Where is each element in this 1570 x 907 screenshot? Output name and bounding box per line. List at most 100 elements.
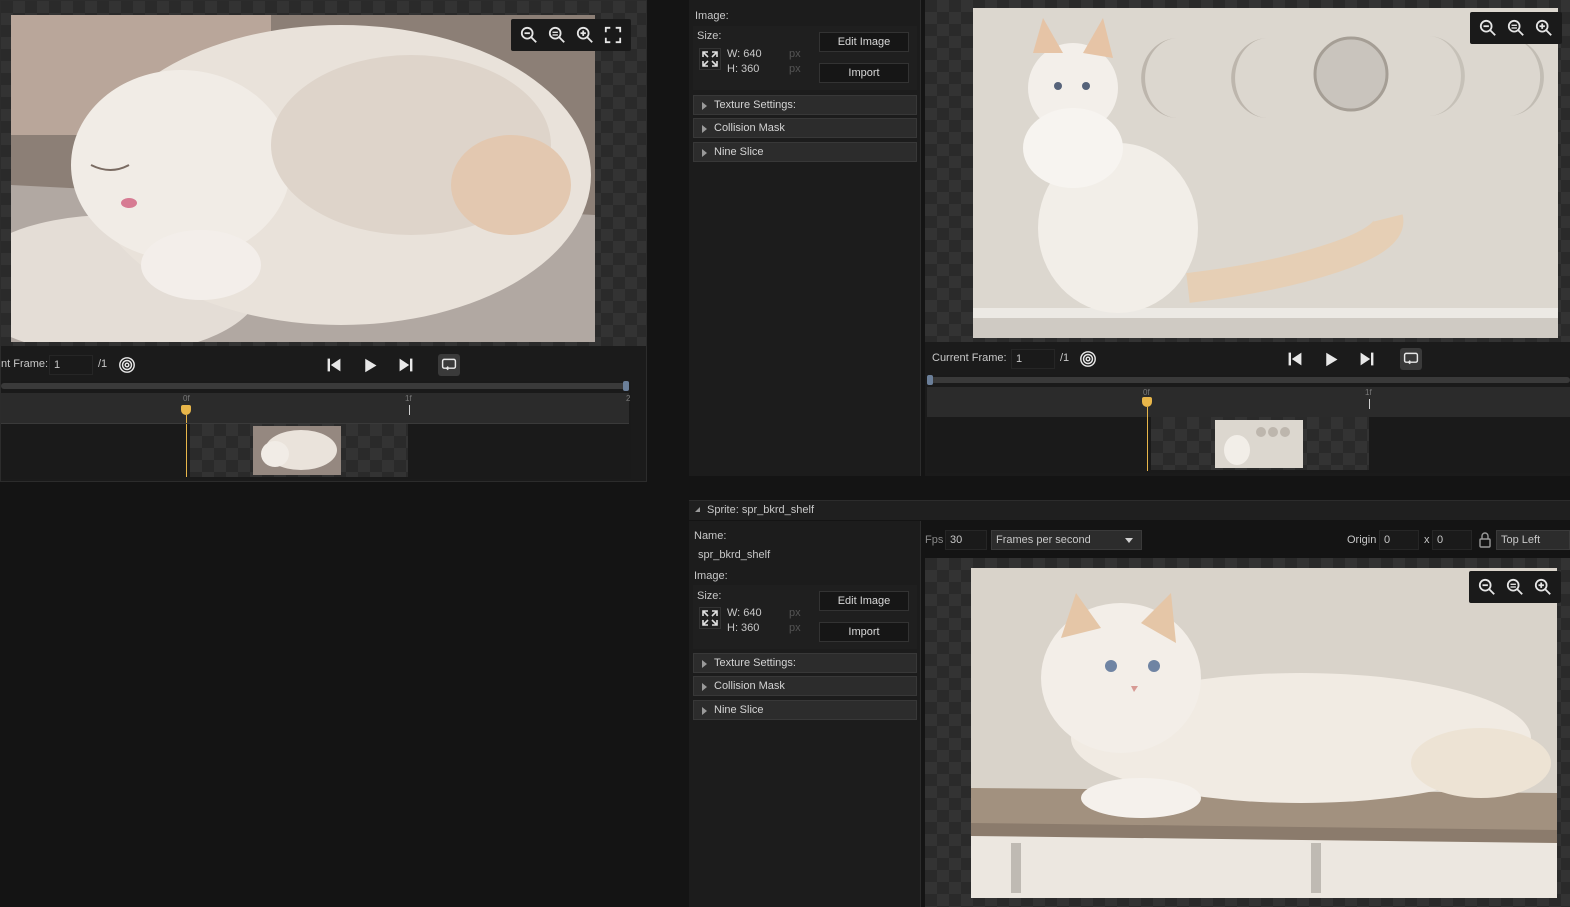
fullscreen-icon[interactable] [601,23,625,47]
origin-y-input[interactable]: 0 [1432,530,1472,550]
edit-image-button[interactable]: Edit Image [819,591,909,611]
left-sprite-editor: nt Frame: 1 /1 0f 1f 2 [0,0,647,482]
nine-slice-section[interactable]: Nine Slice [693,700,917,720]
name-label: Name: [694,530,727,542]
sprite-properties-panel: Name: spr_bkrd_shelf Image: Size: W: 640… [689,521,921,907]
tick-label-2: 2 [626,394,631,403]
height-unit: px [789,63,801,75]
width-value: W: 640 [727,48,762,60]
skip-start-icon[interactable] [323,354,345,376]
skip-end-icon[interactable] [1356,348,1378,370]
tick-label-0: 0f [1143,388,1150,397]
origin-preset-select[interactable]: Top Left [1496,530,1570,550]
timeline-scrollbar[interactable] [1,383,629,389]
sprite-canvas[interactable] [925,558,1570,907]
zoom-out-icon[interactable] [517,23,541,47]
collision-mask-section[interactable]: Collision Mask [693,676,917,696]
skip-start-icon[interactable] [1284,348,1306,370]
import-button[interactable]: Import [819,63,909,83]
left-sprite-image [11,15,595,342]
tick-label-1: 1f [405,394,412,403]
expand-triangle-icon [702,149,707,157]
zoom-reset-icon[interactable] [1503,575,1527,599]
left-canvas[interactable] [1,1,646,346]
current-frame-input[interactable]: 1 [1011,349,1055,369]
collision-mask-section[interactable]: Collision Mask [693,118,917,138]
playhead-marker[interactable] [1142,397,1152,407]
width-unit: px [789,48,801,60]
top-right-zoom-toolbar [1470,12,1562,44]
timeline-ruler: 0f 1f 2 [1,393,631,423]
current-frame-label: Current Frame: [932,352,1007,364]
expand-triangle-icon [702,707,707,715]
lock-icon[interactable] [1478,532,1492,548]
texture-settings-section[interactable]: Texture Settings: [693,95,917,115]
frame-cell[interactable] [1151,417,1369,470]
fps-mode-value: Frames per second [996,534,1091,546]
top-right-editor: Current Frame: 1 /1 0f 1f [925,0,1570,476]
expand-triangle-icon [702,683,707,691]
play-icon[interactable] [1320,348,1342,370]
fps-input[interactable]: 30 [945,530,987,550]
play-icon[interactable] [359,354,381,376]
zoom-out-icon[interactable] [1475,575,1499,599]
image-label: Image: [694,570,728,582]
zoom-out-icon[interactable] [1476,16,1500,40]
frame-total: /1 [1060,352,1070,364]
frame-cell[interactable] [190,424,408,477]
expand-triangle-icon [702,660,707,668]
edit-image-button[interactable]: Edit Image [819,32,909,52]
tick-1 [1369,399,1370,409]
image-box: Size: W: 640 H: 360 px px Edit Image Imp… [693,26,917,90]
top-right-frame-controls: Current Frame: 1 /1 [925,347,1570,371]
frame-thumbnail [253,426,341,475]
expand-triangle-icon [702,125,707,133]
scrollbar-handle[interactable] [927,375,933,385]
image-label: Image: [695,10,729,22]
left-zoom-toolbar [511,19,631,51]
zoom-reset-icon[interactable] [1504,16,1528,40]
playhead-marker[interactable] [181,405,191,415]
sprite-panel-header[interactable]: Sprite: spr_bkrd_shelf [689,500,1570,520]
top-right-canvas[interactable] [925,0,1570,342]
tick-1 [409,405,410,415]
name-input[interactable]: spr_bkrd_shelf [693,545,917,565]
expand-triangle-icon [702,102,707,110]
height-value: H: 360 [727,622,760,634]
fps-mode-select[interactable]: Frames per second [991,530,1142,550]
tick-label-0: 0f [183,394,190,403]
origin-x-input[interactable]: 0 [1379,530,1419,550]
loop-icon[interactable] [1400,348,1422,370]
skip-end-icon[interactable] [395,354,417,376]
left-frame-controls: nt Frame: 1 /1 [1,353,646,377]
loop-icon[interactable] [438,354,460,376]
origin-separator: x [1424,534,1430,546]
scrollbar-handle[interactable] [623,381,629,391]
onion-skin-icon[interactable] [1077,348,1099,370]
frame-thumbnail [1215,420,1303,468]
sprite-panel-title: Sprite: spr_bkrd_shelf [707,504,814,516]
collapse-triangle-icon[interactable] [695,507,700,512]
current-frame-label: nt Frame: [1,358,49,370]
zoom-in-icon[interactable] [573,23,597,47]
zoom-reset-icon[interactable] [545,23,569,47]
playhead-line [186,415,187,477]
expand-size-icon[interactable] [699,607,721,629]
current-frame-input[interactable]: 1 [49,355,93,375]
top-right-timeline[interactable]: 0f 1f [927,375,1570,473]
zoom-in-icon[interactable] [1531,575,1555,599]
zoom-in-icon[interactable] [1532,16,1556,40]
fps-label: Fps [925,534,944,546]
onion-skin-icon[interactable] [116,354,138,376]
timeline-scrollbar[interactable] [927,377,1570,383]
expand-size-icon[interactable] [699,48,721,70]
sprite-zoom-toolbar [1469,571,1561,603]
texture-settings-section[interactable]: Texture Settings: [693,653,917,673]
nine-slice-section[interactable]: Nine Slice [693,142,917,162]
width-unit: px [789,607,801,619]
import-button[interactable]: Import [819,622,909,642]
tick-label-1: 1f [1365,388,1372,397]
dropdown-chevron-icon [1125,538,1133,543]
left-timeline[interactable]: 0f 1f 2 [1,381,631,479]
size-label: Size: [697,590,722,602]
